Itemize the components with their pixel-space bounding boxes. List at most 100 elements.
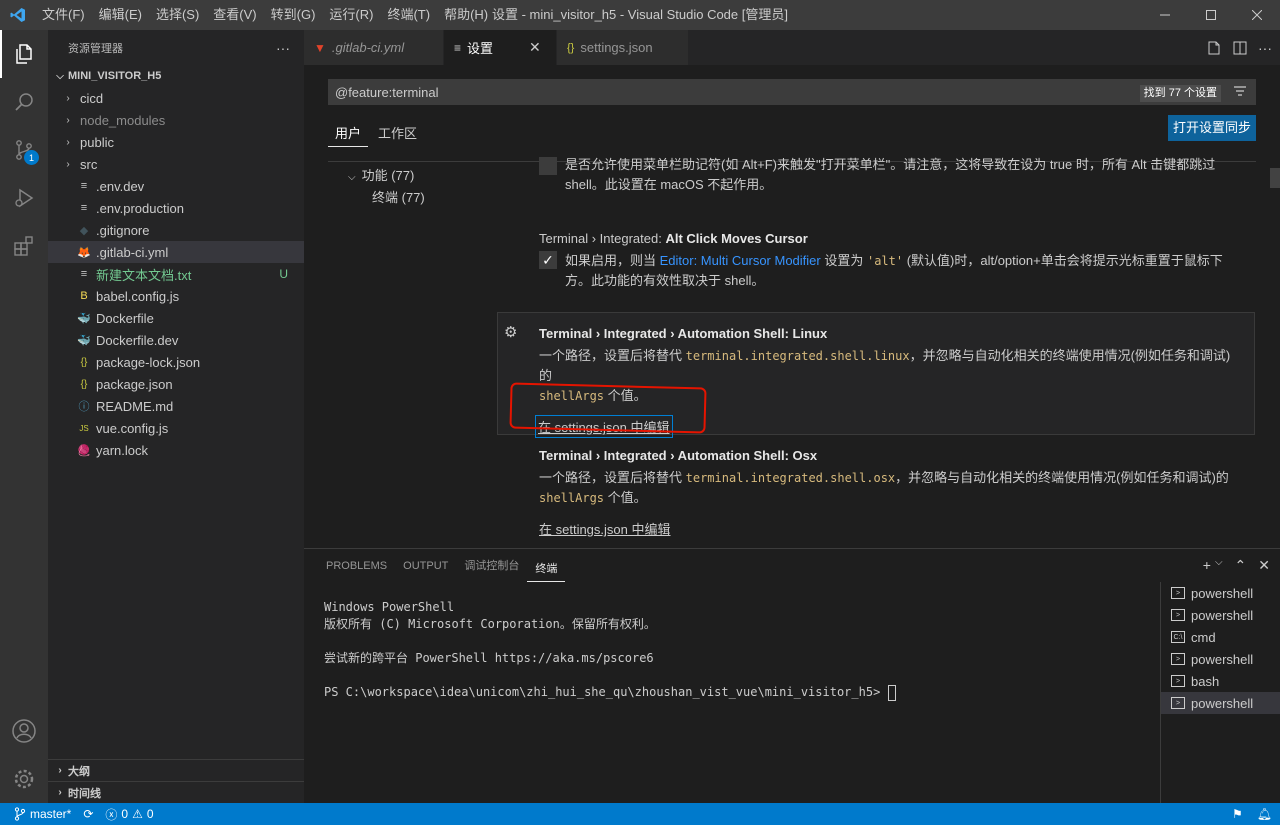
tab-label: .gitlab-ci.yml bbox=[331, 40, 405, 55]
file-item[interactable]: {} package-lock.json bbox=[48, 351, 304, 373]
file-item[interactable]: ◆ .gitignore bbox=[48, 219, 304, 241]
statusbar-right: ⚑ 🔔︎ bbox=[1232, 807, 1272, 821]
terminal-instance[interactable]: > powershell bbox=[1161, 648, 1280, 670]
multi-cursor-modifier-link[interactable]: Editor: Multi Cursor Modifier bbox=[660, 253, 821, 268]
more-actions-icon[interactable]: ··· bbox=[1258, 40, 1272, 56]
branch-name: master* bbox=[30, 807, 72, 821]
folder-item[interactable]: › node_modules bbox=[48, 109, 304, 131]
file-item[interactable]: ⓘ README.md bbox=[48, 395, 304, 417]
branch-status[interactable]: master* bbox=[0, 807, 77, 821]
live-share-icon[interactable]: ⚑ bbox=[1232, 807, 1243, 821]
explorer-icon[interactable] bbox=[0, 30, 48, 78]
tab-workspace[interactable]: 工作区 bbox=[376, 119, 419, 147]
setting-alt-click-moves-cursor: Terminal › Integrated: Alt Click Moves C… bbox=[539, 229, 1239, 291]
file-item[interactable]: ≡ 新建文本文档.txt U bbox=[48, 263, 304, 285]
chevron-right-icon: › bbox=[58, 787, 62, 798]
toc-features-label: 功能 (77) bbox=[361, 168, 415, 183]
manage-gear-icon[interactable] bbox=[0, 755, 48, 803]
tab-terminal[interactable]: 终端 bbox=[527, 552, 566, 582]
maximize-panel-icon[interactable]: ⌃ bbox=[1235, 557, 1247, 574]
turn-on-settings-sync-button[interactable]: 打开设置同步 bbox=[1167, 115, 1256, 141]
timeline-section[interactable]: › 时间线 bbox=[48, 781, 304, 803]
file-item[interactable]: Bbabel.config.js bbox=[48, 285, 304, 307]
sync-icon[interactable]: ⟳ bbox=[77, 807, 99, 821]
menu-edit[interactable]: 编辑(E) bbox=[92, 0, 149, 30]
workspace-root[interactable]: ⌵ MINI_VISITOR_H5 bbox=[48, 65, 304, 87]
setting-checkbox[interactable] bbox=[539, 157, 557, 175]
file-item[interactable]: ≡ .env.dev bbox=[48, 175, 304, 197]
setting-gear-icon[interactable]: ⚙ bbox=[504, 323, 517, 341]
terminal-instance[interactable]: > bash bbox=[1161, 670, 1280, 692]
folder-item[interactable]: › cicd bbox=[48, 87, 304, 109]
menu-selection[interactable]: 选择(S) bbox=[149, 0, 206, 30]
close-icon[interactable]: ✕ bbox=[529, 39, 541, 56]
terminal-output[interactable]: Windows PowerShell 版权所有 (C) Microsoft Co… bbox=[324, 582, 1154, 701]
file-item[interactable]: 🧶 yarn.lock bbox=[48, 439, 304, 461]
menu-help[interactable]: 帮助(H) bbox=[437, 0, 495, 30]
open-settings-json-icon[interactable] bbox=[1206, 40, 1222, 56]
tab-settings-json[interactable]: {} settings.json bbox=[557, 30, 689, 65]
panel-actions: + ⌵ ⌃ ✕ bbox=[1203, 557, 1270, 574]
account-icon[interactable] bbox=[0, 707, 48, 755]
toc-item-terminal[interactable]: 终端 (77) bbox=[348, 187, 425, 209]
menu-terminal[interactable]: 终端(T) bbox=[380, 0, 437, 30]
code-value: terminal.integrated.shell.linux bbox=[685, 349, 910, 363]
error-count: 0 bbox=[121, 807, 129, 821]
edit-in-settings-json-link[interactable]: 在 settings.json 中编辑 bbox=[537, 518, 673, 539]
tree-item-label: package.json bbox=[96, 376, 173, 392]
maximize-button[interactable] bbox=[1188, 0, 1234, 30]
close-panel-icon[interactable]: ✕ bbox=[1258, 557, 1270, 574]
scrollbar-thumb[interactable] bbox=[1270, 168, 1280, 188]
tree-item-label: cicd bbox=[80, 90, 104, 106]
close-window-button[interactable] bbox=[1234, 0, 1280, 30]
tab-user[interactable]: 用户 bbox=[328, 119, 369, 147]
minimize-button[interactable] bbox=[1142, 0, 1188, 30]
menu-run[interactable]: 运行(R) bbox=[322, 0, 380, 30]
settings-search-input[interactable]: @feature:terminal 找到 77 个设置 bbox=[328, 79, 1256, 105]
terminal-instance[interactable]: > powershell bbox=[1161, 604, 1280, 626]
file-item[interactable]: 🐳 Dockerfile.dev bbox=[48, 329, 304, 351]
menu-file[interactable]: 文件(F) bbox=[35, 0, 92, 30]
source-control-icon[interactable]: 1 bbox=[0, 126, 48, 174]
menu-go[interactable]: 转到(G) bbox=[264, 0, 323, 30]
bottom-panel: PROBLEMS OUTPUT 调试控制台 终端 + ⌵ ⌃ ✕ Windows… bbox=[304, 548, 1280, 804]
problems-status[interactable]: ⓧ 0 ⚠ 0 bbox=[99, 806, 159, 823]
warning-count: 0 bbox=[146, 807, 154, 821]
tab-output[interactable]: OUTPUT bbox=[395, 549, 456, 584]
menu-view[interactable]: 查看(V) bbox=[206, 0, 263, 30]
file-item[interactable]: 🐳 Dockerfile bbox=[48, 307, 304, 329]
setting-category: Terminal › Integrated › Automation Shell… bbox=[539, 326, 793, 341]
gitlab-icon: ▼ bbox=[314, 40, 326, 55]
more-actions-button[interactable]: ··· bbox=[276, 40, 290, 56]
new-terminal-icon[interactable]: + bbox=[1203, 557, 1211, 574]
run-debug-icon[interactable] bbox=[0, 174, 48, 222]
folder-item[interactable]: › public bbox=[48, 131, 304, 153]
outline-section[interactable]: › 大纲 bbox=[48, 759, 304, 781]
folder-item[interactable]: › src bbox=[48, 153, 304, 175]
tab-problems[interactable]: PROBLEMS bbox=[318, 549, 395, 584]
terminal-instance[interactable]: > powershell bbox=[1161, 692, 1280, 714]
toc-item-features[interactable]: ⌵ 功能 (77) bbox=[348, 165, 425, 187]
terminal-instance[interactable]: > powershell bbox=[1161, 582, 1280, 604]
sidebar-header: 资源管理器 ··· bbox=[48, 30, 304, 65]
split-editor-icon[interactable] bbox=[1232, 40, 1248, 56]
terminal-instance[interactable]: C:\ cmd bbox=[1161, 626, 1280, 648]
file-item[interactable]: 🦊 .gitlab-ci.yml bbox=[48, 241, 304, 263]
file-item[interactable]: ≡ .env.production bbox=[48, 197, 304, 219]
tab-settings[interactable]: ≡ 设置 ✕ bbox=[444, 30, 557, 65]
tab-gitlab-ci[interactable]: ▼ .gitlab-ci.yml bbox=[304, 30, 444, 65]
extensions-icon[interactable] bbox=[0, 222, 48, 270]
filter-icon[interactable] bbox=[1233, 84, 1247, 101]
tab-debug-console[interactable]: 调试控制台 bbox=[456, 549, 527, 584]
tree-item-label: public bbox=[80, 134, 114, 150]
chevron-down-icon[interactable]: ⌵ bbox=[1215, 557, 1223, 574]
file-item[interactable]: JS vue.config.js bbox=[48, 417, 304, 439]
notifications-bell-icon[interactable]: 🔔︎ bbox=[1257, 807, 1272, 821]
alt-click-checkbox[interactable]: ✓ bbox=[539, 251, 557, 269]
file-item[interactable]: {} package.json bbox=[48, 373, 304, 395]
info-icon: ⓘ bbox=[78, 401, 90, 413]
warning-icon: ⚠ bbox=[132, 807, 143, 821]
workspace-root-label: MINI_VISITOR_H5 bbox=[68, 70, 162, 82]
search-icon[interactable] bbox=[0, 78, 48, 126]
status-bar: master* ⟳ ⓧ 0 ⚠ 0 ⚑ 🔔︎ bbox=[0, 803, 1280, 825]
